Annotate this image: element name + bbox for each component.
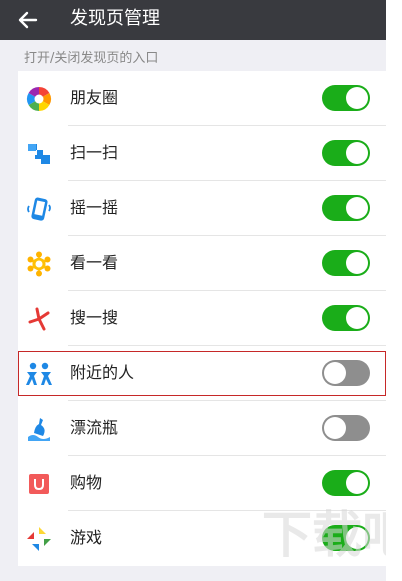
item-label: 朋友圈	[70, 88, 119, 107]
search-icon	[26, 306, 52, 332]
list-item-shake[interactable]: 摇一摇	[18, 181, 386, 236]
item-label: 看一看	[70, 253, 119, 272]
item-label: 附近的人	[70, 363, 135, 382]
list-item-drift-bottle[interactable]: 漂流瓶	[18, 401, 386, 456]
moments-toggle[interactable]	[322, 85, 370, 111]
site-watermark: 下载吧	[258, 500, 386, 578]
back-button[interactable]	[12, 4, 44, 36]
page-title: 发现页管理	[70, 8, 160, 29]
list-item-people-nearby[interactable]: 附近的人	[18, 346, 386, 401]
toggle-knob	[346, 87, 368, 109]
toggle-knob	[346, 252, 368, 274]
scan-toggle[interactable]	[322, 140, 370, 166]
item-label: 购物	[70, 473, 103, 492]
search-toggle[interactable]	[322, 305, 370, 331]
title-bar: 发现页管理	[0, 0, 386, 40]
people-nearby-toggle[interactable]	[322, 360, 370, 386]
back-arrow-icon	[18, 11, 38, 29]
svg-text:下载吧: 下载吧	[262, 506, 386, 564]
item-label: 摇一摇	[70, 198, 119, 217]
item-label: 扫一扫	[70, 143, 119, 162]
list-item-top-stories[interactable]: 看一看	[18, 236, 386, 291]
item-label: 游戏	[70, 528, 103, 547]
list-item-scan[interactable]: 扫一扫	[18, 126, 386, 181]
shake-icon	[26, 196, 52, 222]
list-item-moments[interactable]: 朋友圈	[18, 71, 386, 126]
toggle-knob	[346, 472, 368, 494]
shopping-icon	[26, 471, 52, 497]
toggle-knob	[324, 362, 346, 384]
list-item-search[interactable]: 搜一搜	[18, 291, 386, 346]
item-label: 搜一搜	[70, 308, 119, 327]
shopping-toggle[interactable]	[322, 470, 370, 496]
people-nearby-icon	[26, 361, 52, 387]
section-header: 打开/关闭发现页的入口	[24, 51, 159, 66]
toggle-knob	[324, 417, 346, 439]
entry-list: 朋友圈 扫一扫 摇一摇 看一看 搜一搜 附近的人 漂流瓶 购物 游戏	[18, 71, 386, 566]
top-stories-toggle[interactable]	[322, 250, 370, 276]
drift-bottle-icon	[26, 416, 52, 442]
drift-bottle-toggle[interactable]	[322, 415, 370, 441]
toggle-knob	[346, 197, 368, 219]
item-label: 漂流瓶	[70, 418, 119, 437]
top-stories-icon	[26, 251, 52, 277]
scan-icon	[26, 141, 52, 167]
watermark-logo-icon: 下载吧	[262, 506, 386, 564]
settings-screen: 发现页管理 打开/关闭发现页的入口 朋友圈 扫一扫 摇一摇 看一看 搜一搜 附近…	[0, 0, 386, 581]
shake-toggle[interactable]	[322, 195, 370, 221]
toggle-knob	[346, 142, 368, 164]
moments-icon	[26, 86, 52, 112]
games-icon	[26, 526, 52, 552]
right-margin	[386, 0, 402, 581]
toggle-knob	[346, 307, 368, 329]
